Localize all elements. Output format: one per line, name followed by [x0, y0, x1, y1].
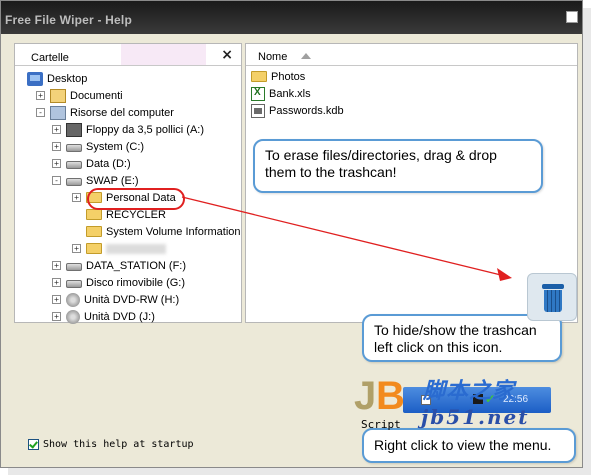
tree-item[interactable]: + Unità DVD-RW (H:): [52, 291, 179, 308]
watermark-script-label: Script: [361, 418, 401, 431]
documents-folder-icon: [50, 88, 66, 103]
watermark-chinese-text: 脚本之家: [423, 379, 516, 404]
show-at-startup-label: Show this help at startup: [43, 439, 194, 450]
tree-item-label: Data (D:): [86, 157, 131, 170]
right-click-callout: Right click to view the menu.: [362, 428, 576, 463]
removable-drive-icon: [66, 280, 82, 288]
tree-item[interactable]: + Disco rimovibile (G:): [52, 274, 185, 291]
desktop-icon: [27, 71, 43, 86]
expand-icon[interactable]: +: [52, 142, 61, 151]
collapse-icon[interactable]: -: [36, 108, 45, 117]
folder-icon: [86, 243, 102, 254]
hard-drive-icon: [66, 178, 82, 186]
file-list-item[interactable]: Bank.xls: [251, 85, 311, 102]
collapse-icon[interactable]: -: [52, 176, 61, 185]
tree-item[interactable]: + Documenti: [36, 87, 123, 104]
folders-header-label: Cartelle: [31, 52, 69, 64]
expand-icon[interactable]: +: [52, 261, 61, 270]
tree-item-label: System Volume Information: [106, 225, 241, 238]
tree-item-label: DATA_STATION (F:): [86, 259, 187, 272]
tree-item[interactable]: + Floppy da 3,5 pollici (A:): [52, 121, 204, 138]
tree-item[interactable]: Desktop: [27, 70, 87, 87]
folders-panel: Cartelle × Desktop + Documenti - Risorse del…: [14, 43, 242, 325]
expand-icon[interactable]: +: [72, 193, 81, 202]
tree-item[interactable]: System Volume Information: [72, 223, 241, 240]
screenshot-frame: Free File Wiper - Help Cartelle × Deskto…: [0, 0, 591, 475]
tree-item[interactable]: +: [72, 240, 166, 257]
tree-item[interactable]: + Data (D:): [52, 155, 131, 172]
close-folders-icon[interactable]: ×: [221, 47, 233, 63]
expand-icon[interactable]: +: [72, 244, 81, 253]
tree-item-label: Unità DVD-RW (H:): [84, 293, 180, 306]
tree-item-label: System (C:): [86, 140, 145, 153]
my-computer-icon: [50, 105, 66, 120]
tree-item[interactable]: + System (C:): [52, 138, 144, 155]
expand-icon[interactable]: +: [52, 312, 61, 321]
tree-item-label: Desktop: [47, 72, 88, 85]
tree-item-label: Documenti: [70, 89, 123, 102]
file-name: Passwords.kdb: [269, 104, 344, 117]
tree-item-label: Floppy da 3,5 pollici (A:): [86, 123, 204, 136]
title-bar[interactable]: Free File Wiper - Help: [1, 1, 582, 34]
floppy-drive-icon: [66, 122, 82, 137]
hard-drive-icon: [66, 263, 82, 271]
tree-item[interactable]: + Personal Data: [72, 189, 176, 206]
tree-item-label: SWAP (E:): [86, 174, 139, 187]
excel-file-icon: [251, 86, 265, 101]
keepass-file-icon: [251, 103, 265, 118]
show-at-startup-checkbox[interactable]: [28, 439, 39, 450]
expand-icon[interactable]: +: [52, 278, 61, 287]
folder-icon: [251, 71, 267, 82]
hard-drive-icon: [66, 144, 82, 152]
show-at-startup-option[interactable]: Show this help at startup: [28, 439, 194, 450]
file-list-item[interactable]: Photos: [251, 68, 305, 85]
folder-icon: [86, 192, 102, 203]
expand-icon[interactable]: +: [52, 125, 61, 134]
expand-icon[interactable]: +: [52, 159, 61, 168]
folder-icon: [86, 209, 102, 220]
jb51-logo: J B: [354, 374, 405, 418]
tree-item[interactable]: RECYCLER: [72, 206, 166, 223]
file-name: Bank.xls: [269, 87, 311, 100]
tree-item[interactable]: + DATA_STATION (F:): [52, 257, 186, 274]
folder-icon: [86, 226, 102, 237]
hard-drive-icon: [66, 161, 82, 169]
name-column-label: Nome: [258, 51, 288, 63]
tree-item-label: [106, 243, 166, 254]
tree-item-label: Personal Data: [106, 191, 176, 204]
expand-icon[interactable]: +: [52, 295, 61, 304]
toggle-trash-callout: To hide/show the trashcan left click on …: [362, 314, 562, 362]
drag-drop-callout: To erase files/directories, drag & drop …: [253, 139, 543, 193]
trashcan-drop-target[interactable]: [527, 273, 577, 321]
file-name: Photos: [271, 70, 306, 83]
tree-item-label: RECYCLER: [106, 208, 166, 221]
tree-item[interactable]: - SWAP (E:): [52, 172, 139, 189]
tree-item[interactable]: + Unità DVD (J:): [52, 308, 155, 325]
name-column-header[interactable]: Nome: [246, 44, 577, 66]
file-list-item[interactable]: Passwords.kdb: [251, 102, 344, 119]
watermark-url: jb51.net: [421, 405, 530, 429]
tree-item-label: Disco rimovibile (G:): [86, 276, 186, 289]
trashcan-icon: [542, 284, 564, 312]
header-highlight: [121, 44, 206, 65]
window-title: Free File Wiper - Help: [5, 13, 132, 27]
tree-item-label: Risorse del computer: [70, 106, 174, 119]
tree-item-label: Unità DVD (J:): [84, 310, 155, 323]
dvd-drive-icon: [66, 292, 80, 307]
expand-icon[interactable]: +: [36, 91, 45, 100]
folders-header: Cartelle ×: [15, 44, 241, 66]
tree-item[interactable]: - Risorse del computer: [36, 104, 174, 121]
help-window: Free File Wiper - Help Cartelle × Deskto…: [0, 0, 583, 468]
title-close-icon[interactable]: [566, 11, 578, 23]
sort-ascending-icon: [301, 53, 311, 59]
dvd-drive-icon: [66, 309, 80, 324]
